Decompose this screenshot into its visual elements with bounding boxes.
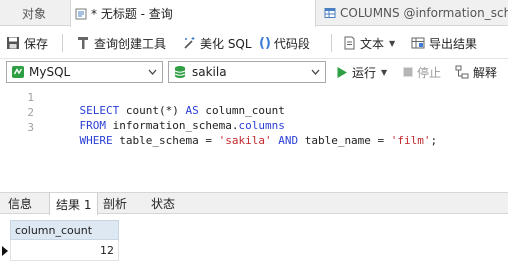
chevron-down-icon: ▼	[381, 67, 388, 77]
query-builder-button[interactable]: 查询创建工具	[76, 33, 166, 53]
tab-untitled-query[interactable]: * 无标题 - 查询	[70, 0, 316, 27]
toolbar-divider	[62, 34, 63, 52]
database-value: sakila	[192, 65, 227, 79]
tab-columns-table[interactable]: COLUMNS @information_sche	[320, 0, 508, 26]
column-header-label: column_count	[15, 223, 93, 237]
explain-label: 解释	[473, 65, 498, 80]
sql-token: 'sakila'	[218, 134, 272, 147]
result-tab-bar: 信息 结果 1 剖析 状态	[0, 192, 508, 215]
stop-button[interactable]: 停止	[403, 63, 441, 81]
tab-profile[interactable]: 剖析	[97, 193, 133, 214]
beautify-sql-label: 美化 SQL	[200, 36, 252, 51]
sql-token: AND	[271, 134, 305, 147]
magic-wand-icon	[184, 37, 195, 49]
query-icon	[75, 8, 87, 19]
mysql-connection-icon	[12, 66, 24, 78]
table-icon	[324, 8, 336, 18]
database-icon	[174, 66, 186, 78]
sql-token: table_schema =	[119, 134, 219, 147]
save-label: 保存	[24, 36, 49, 51]
tab-profile-label: 剖析	[103, 197, 128, 211]
line-number: 2	[27, 106, 34, 119]
beautify-sql-button[interactable]: 美化 SQL	[182, 33, 252, 53]
code-snippet-button[interactable]: () 代码段	[259, 33, 310, 53]
tab-result-1[interactable]: 结果 1	[49, 193, 99, 215]
chevron-down-icon	[148, 69, 157, 75]
tab-objects-label: 对象	[22, 6, 47, 21]
export-results-button[interactable]: 导出结果	[411, 33, 477, 53]
text-menu-label: 文本	[360, 36, 385, 51]
database-select[interactable]: sakila	[168, 61, 326, 83]
current-row-indicator-icon	[2, 246, 8, 256]
sql-token: ;	[430, 134, 438, 147]
sql-token: WHERE	[79, 134, 120, 147]
column-header[interactable]: column_count	[10, 220, 119, 240]
editor-tab-bar: 对象 * 无标题 - 查询 COLUMNS @information_sche	[0, 0, 508, 27]
tab-objects[interactable]: 对象	[0, 0, 70, 26]
save-button[interactable]: 保存	[6, 33, 48, 53]
sql-token: 'film'	[390, 134, 431, 147]
tab-columns-table-label: COLUMNS @information_sche	[340, 6, 508, 20]
tab-info-label: 信息	[8, 197, 33, 211]
tab-status-label: 状态	[151, 197, 176, 211]
text-menu-button[interactable]: 文本 ▼	[343, 33, 395, 53]
chevron-down-icon	[311, 69, 320, 75]
query-builder-label: 查询创建工具	[94, 36, 167, 51]
export-results-label: 导出结果	[429, 36, 478, 51]
connection-value: MySQL	[29, 65, 71, 79]
code-snippet-label: 代码段	[273, 36, 310, 51]
run-label: 运行	[352, 65, 377, 80]
document-icon	[344, 36, 355, 50]
line-number-gutter: 1 2 3	[0, 86, 44, 192]
toolbar-divider	[331, 34, 332, 52]
stop-icon	[403, 67, 413, 77]
result-grid: column_count 12	[0, 215, 508, 268]
export-icon	[411, 37, 425, 49]
line-number: 1	[27, 91, 34, 104]
connection-select[interactable]: MySQL	[6, 61, 163, 83]
query-toolbar: 保存 查询创建工具 美化 SQL () 代码段 文本 ▼ 导出结果	[0, 27, 508, 59]
sql-editor[interactable]: 1 2 3 SELECT count(*) AS column_count FR…	[0, 86, 508, 192]
tab-untitled-query-label: * 无标题 - 查询	[91, 7, 173, 21]
sql-token: table_name =	[304, 134, 391, 147]
chevron-down-icon: ▼	[389, 38, 396, 48]
explain-button[interactable]: 解释	[455, 63, 497, 81]
line-number: 3	[27, 121, 34, 134]
tab-result-1-label: 结果 1	[56, 197, 92, 212]
tab-status[interactable]: 状态	[145, 193, 181, 214]
explain-icon	[455, 65, 469, 79]
save-icon	[7, 37, 19, 49]
query-builder-icon	[78, 37, 88, 49]
play-icon	[337, 66, 347, 78]
cell-value: 12	[100, 243, 114, 257]
stop-label: 停止	[417, 65, 442, 80]
run-button[interactable]: 运行 ▼	[336, 63, 387, 81]
connection-bar: MySQL sakila 运行 ▼ 停止 解释	[0, 59, 508, 86]
code-snippet-icon: ()	[259, 35, 271, 51]
table-cell[interactable]: 12	[10, 240, 119, 261]
code-line-3: WHERE table_schema = 'sakila' AND table_…	[53, 121, 438, 160]
tab-info[interactable]: 信息	[2, 193, 38, 214]
